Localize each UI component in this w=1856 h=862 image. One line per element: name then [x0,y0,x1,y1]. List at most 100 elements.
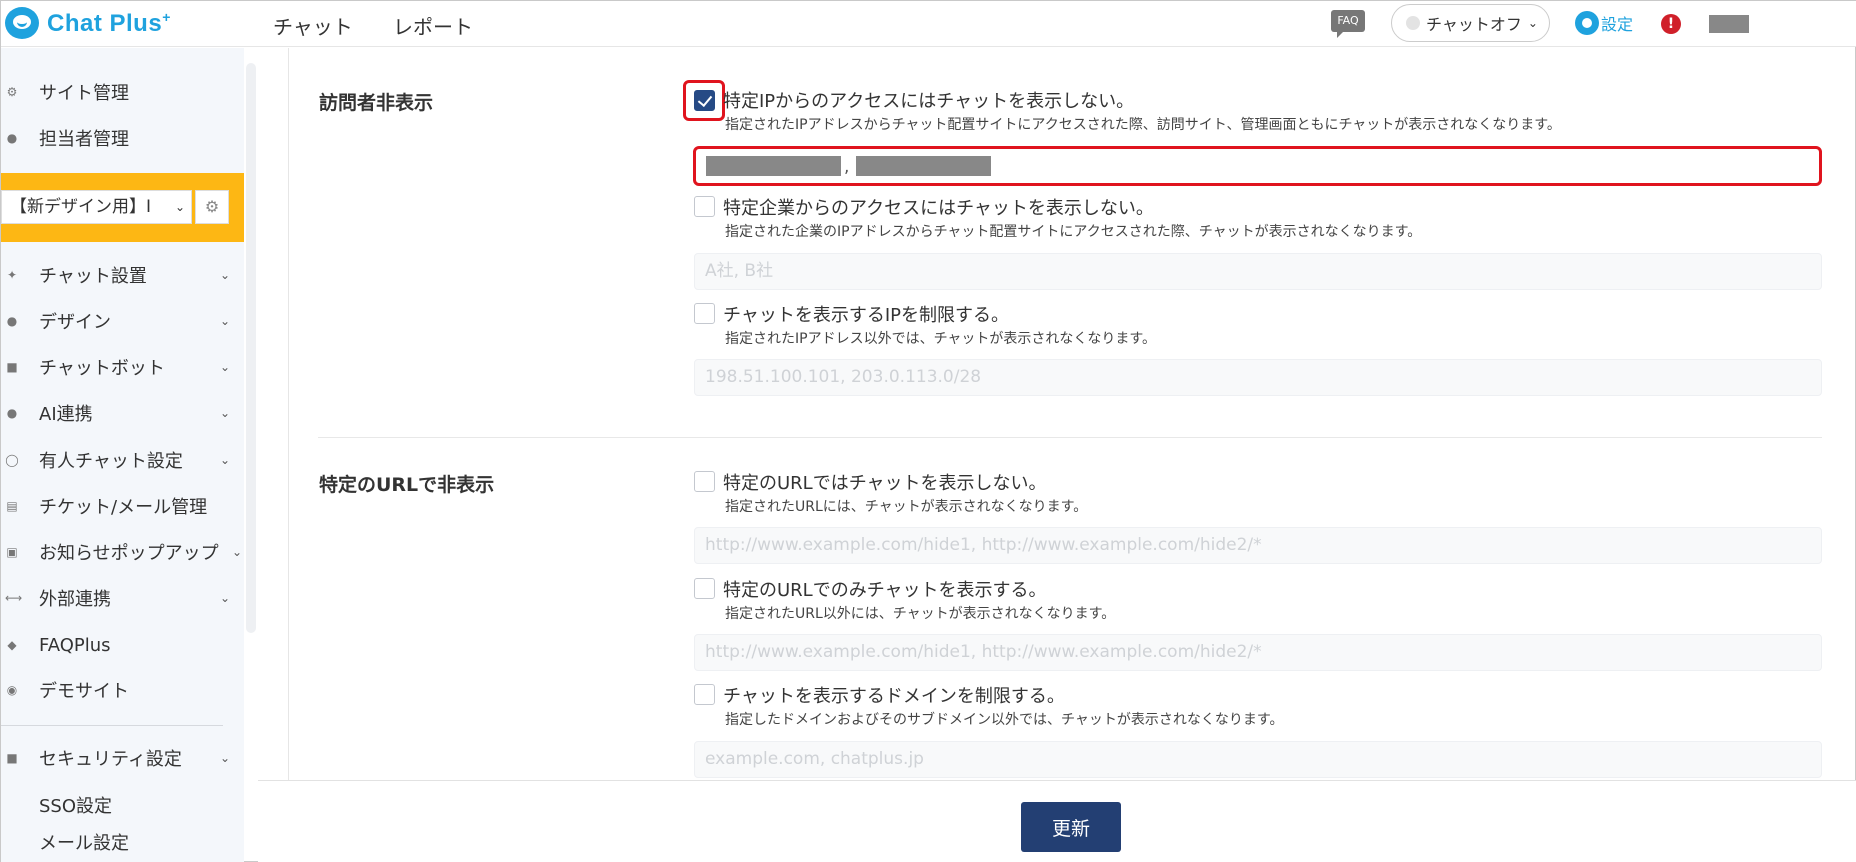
users-icon: ● [6,131,18,145]
chevron-down-icon: ⌄ [219,453,230,467]
sidebar-item-label: 担当者管理 [39,129,129,150]
sidebar-item-demo-site[interactable]: ◉ デモサイト [1,672,244,708]
sidebar-item-label: サイト管理 [39,83,129,104]
lightbulb-icon: ● [6,406,18,420]
only-url-input[interactable]: http://www.example.com/hide1, http://www… [694,634,1822,671]
option-desc-hide-ip: 指定されたIPアドレスからチャット配置サイトにアクセスされた際、訪問サイト、管理… [725,117,1561,133]
chat-status-label: チャットオフ [1426,15,1522,34]
section-title-url-hide: 特定のURLで非表示 [319,474,495,496]
sidebar-subitem-sso[interactable]: SSO設定 [39,792,112,818]
sidebar-item-site-management[interactable]: ⚙ サイト管理 [1,74,244,110]
option-desc-restrict-domain: 指定したドメインおよびそのサブドメイン以外では、チャットが表示されなくなります。 [725,712,1284,728]
chevron-down-icon: ⌄ [219,314,230,328]
sidebar-item-manned-chat[interactable]: ◯ 有人チャット設定 ⌄ [1,442,244,478]
section-divider [318,437,1822,438]
sidebar-item-faqplus[interactable]: ◆ FAQPlus [1,627,244,663]
demo-icon: ◉ [6,683,18,697]
checkbox-only-url[interactable] [694,578,715,599]
option-label-restrict-domain: チャットを表示するドメインを制限する。 [723,686,1065,707]
restrict-domain-input[interactable]: example.com, chatplus.jp [694,741,1822,778]
checkbox-restrict-ip[interactable] [694,303,715,324]
site-select-bar: 【新デザイン用】I ⌄ ⚙ [1,173,244,242]
sidebar-item-label: チケット/メール管理 [39,497,208,518]
chevron-down-icon: ⌄ [219,406,230,420]
sidebar-item-label: 外部連携 [39,589,111,610]
sidebar-item-label: お知らせポップアップ [39,543,219,564]
option-label-hide-ip: 特定IPからのアクセスにはチャットを表示しない。 [723,91,1135,112]
site-settings-gear-icon[interactable]: ⚙ [195,190,229,224]
sidebar-item-label: チャット設置 [39,266,147,287]
chevron-down-icon: ⌄ [1527,16,1538,30]
hide-ip-input[interactable]: , [698,151,1818,182]
option-label-hide-url: 特定のURLではチャットを表示しない。 [723,473,1047,494]
alert-icon[interactable]: ! [1661,14,1681,34]
restrict-ip-input[interactable]: 198.51.100.101, 203.0.113.0/28 [694,359,1822,396]
section-title-visitor-hide: 訪問者非表示 [319,92,434,114]
option-label-only-url: 特定のURLでのみチャットを表示する。 [723,580,1047,601]
settings-label: 設定 [1601,15,1634,34]
logo-text: Chat Plus [47,9,163,37]
redacted-ip-2 [856,156,991,176]
sidebar-item-security[interactable]: ■ セキュリティ設定 ⌄ [1,740,244,776]
sidebar: ⚙ サイト管理 ● 担当者管理 【新デザイン用】I ⌄ ⚙ ✦ チャット設置 ⌄… [1,48,244,862]
sidebar-item-label: AI連携 [39,404,93,425]
sidebar-item-label: FAQPlus [39,634,111,656]
footer-bar: 更新 [258,780,1856,862]
sidebar-item-ai[interactable]: ● AI連携 ⌄ [1,395,244,431]
hide-company-input[interactable]: A社, B社 [694,253,1822,290]
checkbox-hide-ip[interactable] [694,90,715,111]
option-label-restrict-ip: チャットを表示するIPを制限する。 [723,305,1009,326]
gear-icon [1575,11,1599,35]
logo-sup: + [162,8,171,25]
sidebar-item-popup[interactable]: ▣ お知らせポップアップ ⌄ [1,534,244,570]
site-select-value: 【新デザイン用】I [10,197,152,217]
sidebar-item-label: デザイン [39,312,111,333]
sidebar-subitem-mail[interactable]: メール設定 [39,829,129,855]
site-select[interactable]: 【新デザイン用】I ⌄ [1,190,192,224]
chevron-down-icon: ⌄ [174,200,185,214]
sidebar-scrollbar[interactable] [246,63,256,633]
sidebar-item-ticket[interactable]: ▤ チケット/メール管理 [1,488,244,524]
option-label-hide-company: 特定企業からのアクセスにはチャットを表示しない。 [723,198,1154,219]
option-desc-only-url: 指定されたURL以外には、チャットが表示されなくなります。 [725,606,1116,622]
sidebar-item-design[interactable]: ● デザイン ⌄ [1,303,244,339]
top-header: Chat Plus+ チャット レポート FAQ チャットオフ ⌄ 設定 ! [1,1,1856,47]
checkbox-hide-url[interactable] [694,471,715,492]
checkbox-hide-company[interactable] [694,196,715,217]
chat-status-dropdown[interactable]: チャットオフ ⌄ [1391,4,1550,42]
chevron-down-icon: ⌄ [219,360,230,374]
sidebar-item-integration[interactable]: ⟷ 外部連携 ⌄ [1,580,244,616]
palette-icon: ● [6,314,18,328]
nav-chat[interactable]: チャット [273,11,353,40]
settings-link[interactable]: 設定 [1575,11,1633,35]
share-icon: ⟷ [5,591,23,605]
update-button[interactable]: 更新 [1021,802,1121,852]
chevron-down-icon: ⌄ [219,591,230,605]
sidebar-item-chatbot[interactable]: ■ チャットボット ⌄ [1,349,244,385]
headset-icon: ◯ [5,453,19,467]
faq-icon[interactable]: FAQ [1331,10,1365,38]
checkbox-restrict-domain[interactable] [694,684,715,705]
lock-icon: ■ [6,751,18,765]
option-desc-restrict-ip: 指定されたIPアドレス以外では、チャットが表示されなくなります。 [725,331,1157,347]
chat-icon: ■ [6,360,18,374]
sidebar-item-chat-setup[interactable]: ✦ チャット設置 ⌄ [1,257,244,293]
hide-url-input[interactable]: http://www.example.com/hide1, http://www… [694,527,1822,564]
wrench-icon: ✦ [6,268,18,282]
option-desc-hide-company: 指定された企業のIPアドレスからチャット配置サイトにアクセスされた際、チャットが… [725,224,1422,240]
user-menu[interactable] [1709,15,1749,33]
sidebar-item-label: 有人チャット設定 [39,451,183,472]
sidebar-item-label: セキュリティ設定 [39,749,182,770]
chatplus-logo[interactable]: Chat Plus+ [5,7,171,39]
chevron-up-icon: ⌄ [219,751,230,765]
ip-separator: , [844,157,850,177]
shield-icon: ◆ [7,638,17,652]
popup-icon: ▣ [6,545,18,559]
chevron-down-icon: ⌄ [231,545,242,559]
chevron-down-icon: ⌄ [219,268,230,282]
sidebar-item-staff-management[interactable]: ● 担当者管理 [1,120,244,156]
chat-bubble-icon [5,7,39,39]
nav-report[interactable]: レポート [393,11,473,40]
redacted-ip-1 [706,156,841,176]
ticket-icon: ▤ [6,499,18,513]
